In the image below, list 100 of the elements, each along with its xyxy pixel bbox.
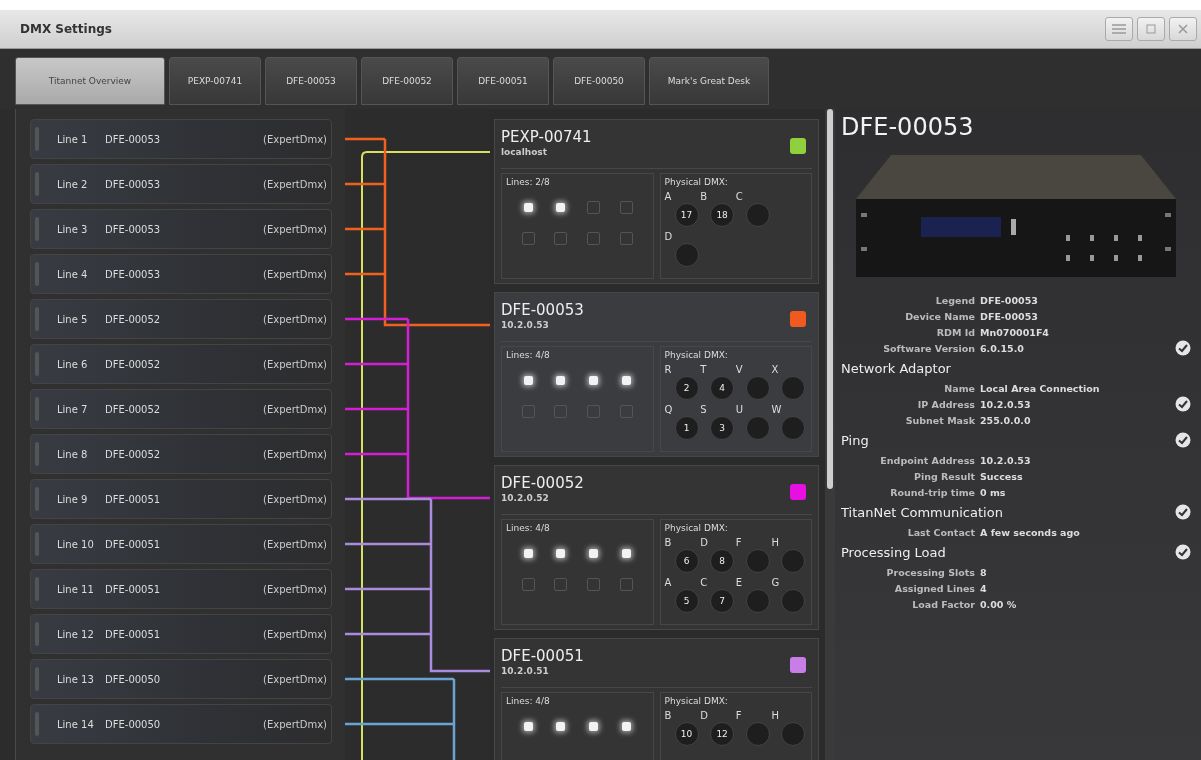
port-letter: U — [735, 404, 744, 416]
field-value: 0 ms — [980, 486, 1007, 498]
device-name: DFE-00051 — [501, 647, 585, 665]
section-heading: Network Adaptor — [841, 360, 952, 376]
tab[interactable]: DFE-00051 — [457, 57, 549, 105]
tab[interactable]: DFE-00053 — [265, 57, 357, 105]
line-mode: (ExpertDmx) — [263, 493, 327, 505]
dmx-port — [781, 549, 806, 573]
port-letter: S — [700, 404, 707, 416]
device-card[interactable]: PEXP-00741 localhost Lines: 2/8 Physical DMX: A 17 B 18 C D — [494, 119, 819, 284]
line-device: DFE-00052 — [105, 313, 162, 325]
line-mode: (ExpertDmx) — [263, 673, 327, 685]
line-row[interactable]: Line 12 DFE-00051 (ExpertDmx) — [30, 614, 332, 654]
field-label: IP Address — [916, 398, 975, 410]
field-label: RDM Id — [935, 326, 975, 338]
line-name: Line 5 — [57, 313, 89, 325]
line-name: Line 11 — [57, 583, 95, 595]
line-mode: (ExpertDmx) — [263, 718, 327, 730]
line-name: Line 1 — [57, 133, 89, 145]
line-row[interactable]: Line 6 DFE-00052 (ExpertDmx) — [30, 344, 332, 384]
line-mode: (ExpertDmx) — [263, 403, 327, 415]
port-letter: A — [664, 577, 672, 589]
port-letter: B — [700, 191, 707, 203]
menu-button[interactable] — [1105, 17, 1133, 41]
window-title: DMX Settings — [20, 22, 113, 36]
device-name: PEXP-00741 — [501, 128, 593, 146]
field-value: Local Area Connection — [980, 382, 1101, 394]
line-name: Line 8 — [57, 448, 89, 460]
line-name: Line 4 — [57, 268, 89, 280]
close-button[interactable] — [1169, 17, 1197, 41]
line-mode: (ExpertDmx) — [263, 448, 327, 460]
field-label: Device Name — [904, 310, 975, 322]
minimize-button[interactable] — [1137, 17, 1165, 41]
line-row[interactable]: Line 7 DFE-00052 (ExpertDmx) — [30, 389, 332, 429]
device-card[interactable]: DFE-00053 10.2.0.53 Lines: 4/8 Physical DMX: R 2 T 4 V X Q 1 S 3 U W — [494, 292, 819, 457]
line-device: DFE-00052 — [105, 403, 162, 415]
line-name: Line 2 — [57, 178, 89, 190]
line-row[interactable]: Line 5 DFE-00052 (ExpertDmx) — [30, 299, 332, 339]
line-device: DFE-00053 — [105, 223, 162, 235]
tab[interactable]: DFE-00050 — [553, 57, 645, 105]
line-row[interactable]: Line 8 DFE-00052 (ExpertDmx) — [30, 434, 332, 474]
port-letter: R — [664, 364, 672, 376]
line-device: DFE-00052 — [105, 358, 162, 370]
section-heading: TitanNet Communication — [841, 504, 1004, 520]
line-device: DFE-00051 — [105, 628, 162, 640]
dmx-port: 18 — [710, 203, 735, 227]
dmx-port — [745, 203, 770, 227]
line-row[interactable]: Line 11 DFE-00051 (ExpertDmx) — [30, 569, 332, 609]
dmx-port: 4 — [710, 376, 735, 400]
close-icon — [1178, 24, 1188, 34]
dmx-port: 6 — [674, 549, 699, 573]
line-name: Line 13 — [57, 673, 95, 685]
line-row[interactable]: Line 9 DFE-00051 (ExpertDmx) — [30, 479, 332, 519]
tab[interactable]: Mark's Great Desk — [649, 57, 769, 105]
line-device: DFE-00053 — [105, 268, 162, 280]
tab[interactable]: DFE-00052 — [361, 57, 453, 105]
section-heading: Ping — [841, 432, 870, 448]
line-row[interactable]: Line 3 DFE-00053 (ExpertDmx) — [30, 209, 332, 249]
line-row[interactable]: Line 1 DFE-00053 (ExpertDmx) — [30, 119, 332, 159]
detail-title: DFE-00053 — [841, 113, 974, 141]
dmx-port — [745, 722, 770, 746]
line-row[interactable]: Line 13 DFE-00050 (ExpertDmx) — [30, 659, 332, 699]
port-letter: H — [771, 710, 779, 722]
dmx-port: 12 — [710, 722, 735, 746]
device-card[interactable]: DFE-00052 10.2.0.52 Lines: 4/8 Physical DMX: B 6 D 8 F H A 5 C 7 E G — [494, 465, 819, 630]
line-row[interactable]: Line 4 DFE-00053 (ExpertDmx) — [30, 254, 332, 294]
line-mode: (ExpertDmx) — [263, 583, 327, 595]
line-row[interactable]: Line 14 DFE-00050 (ExpertDmx) — [30, 704, 332, 744]
physical-dmx-label: Physical DMX: — [664, 350, 728, 360]
line-row[interactable]: Line 10 DFE-00051 (ExpertDmx) — [30, 524, 332, 564]
port-letter: X — [771, 364, 779, 376]
dmx-port — [745, 376, 770, 400]
field-label: Assigned Lines — [893, 582, 975, 594]
dmx-port — [745, 549, 770, 573]
tab[interactable]: Titannet Overview — [15, 57, 165, 105]
field-value: 6.0.15.0 — [980, 342, 1025, 354]
tab[interactable]: PEXP-00741 — [169, 57, 261, 105]
field-label: Load Factor — [911, 598, 975, 610]
port-letter: H — [771, 537, 779, 549]
line-device: DFE-00053 — [105, 178, 162, 190]
field-value: 10.2.0.53 — [980, 398, 1032, 410]
dmx-port: 2 — [674, 376, 699, 400]
line-mode: (ExpertDmx) — [263, 313, 327, 325]
device-host: 10.2.0.53 — [501, 320, 550, 330]
field-value: 255.0.0.0 — [980, 414, 1032, 426]
scrollbar-thumb[interactable] — [827, 109, 833, 489]
field-value: 4 — [980, 582, 988, 594]
device-name: DFE-00053 — [501, 301, 585, 319]
port-letter: D — [700, 710, 708, 722]
line-name: Line 9 — [57, 493, 89, 505]
lines-count: Lines: 4/8 — [506, 350, 550, 360]
line-row[interactable]: Line 2 DFE-00053 (ExpertDmx) — [30, 164, 332, 204]
dmx-port — [781, 376, 806, 400]
port-letter: B — [664, 537, 672, 549]
dmx-port — [674, 243, 699, 267]
field-value: 10.2.0.53 — [980, 454, 1032, 466]
device-card[interactable]: DFE-00051 10.2.0.51 Lines: 4/8 Physical DMX: B 10 D 12 F H — [494, 638, 819, 760]
lines-count: Lines: 4/8 — [506, 523, 550, 533]
field-label: Processing Slots — [885, 566, 975, 578]
line-name: Line 10 — [57, 538, 95, 550]
